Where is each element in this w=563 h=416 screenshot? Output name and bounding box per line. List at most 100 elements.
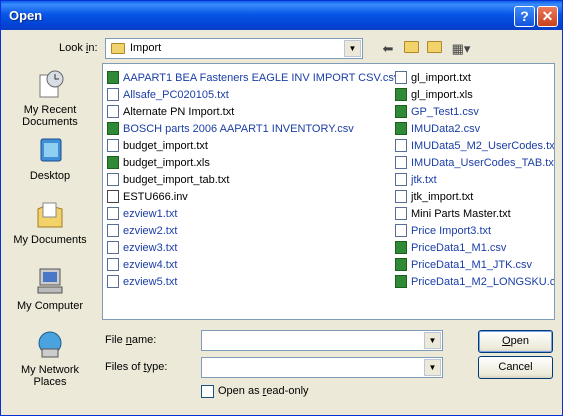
open-button[interactable]: Open	[478, 330, 553, 353]
view-menu-icon[interactable]: ▦▾	[449, 40, 473, 58]
place-my-network-places[interactable]: My Network Places	[5, 329, 95, 388]
file-item[interactable]: ezview5.txt	[107, 273, 399, 290]
read-only-label: Open as read-only	[218, 385, 309, 397]
file-name: AAPART1 BEA Fasteners EAGLE INV IMPORT C…	[123, 71, 400, 84]
place-label: My Computer	[16, 300, 84, 312]
file-item[interactable]: ESTU666.inv	[107, 188, 399, 205]
text-file-icon	[395, 224, 407, 237]
file-name: PriceData1_M1.csv	[411, 241, 507, 254]
chevron-down-icon[interactable]: ▼	[344, 40, 361, 57]
text-file-icon	[395, 71, 407, 84]
read-only-label-text: Open as	[218, 385, 263, 397]
file-item[interactable]: Allsafe_PC020105.txt	[107, 86, 399, 103]
file-name: IMUData_UserCodes_TAB.txt	[411, 156, 555, 169]
spreadsheet-file-icon	[107, 71, 119, 84]
look-in-dropdown[interactable]: Import ▼	[105, 38, 363, 59]
file-item[interactable]: PriceData1_M1_JTK.csv	[395, 256, 554, 273]
place-label: My Documents	[13, 234, 87, 246]
read-only-label-text-end: ead-only	[266, 385, 309, 397]
close-button[interactable]: ✕	[537, 6, 558, 27]
look-in-label-text-end: n:	[88, 42, 98, 54]
chevron-down-icon[interactable]: ▼	[424, 332, 441, 349]
place-desktop[interactable]: Desktop	[5, 135, 95, 182]
chevron-down-icon[interactable]: ▼	[424, 359, 441, 376]
file-item[interactable]: Price Import3.txt	[395, 222, 554, 239]
file-name-label: File name:	[105, 334, 156, 346]
spreadsheet-file-icon	[107, 122, 119, 135]
file-item[interactable]: IMUData5_M2_UserCodes.txt	[395, 137, 555, 154]
file-item[interactable]: PriceData1_M1.csv	[395, 239, 554, 256]
file-name: gl_import.xls	[411, 88, 473, 101]
file-name: IMUData5_M2_UserCodes.txt	[411, 139, 555, 152]
new-folder-icon[interactable]	[425, 40, 443, 58]
help-button[interactable]: ?	[514, 6, 535, 27]
file-item[interactable]: ezview2.txt	[107, 222, 399, 239]
file-name: IMUData2.csv	[411, 122, 481, 135]
file-item[interactable]: gl_import.xls	[395, 86, 554, 103]
text-file-icon	[107, 139, 119, 152]
file-item[interactable]: budget_import.xls	[107, 154, 399, 171]
file-name: ezview2.txt	[123, 224, 178, 237]
file-item[interactable]: budget_import_tab.txt	[107, 171, 399, 188]
places-bar: My Recent Documents Desktop My Documents…	[5, 63, 95, 409]
file-name: budget_import.txt	[123, 139, 208, 152]
text-file-icon	[107, 173, 119, 186]
file-item[interactable]: Mini Parts Master.txt	[395, 205, 554, 222]
text-file-icon	[395, 139, 407, 152]
place-label: My Network	[20, 364, 80, 376]
text-file-icon	[395, 173, 407, 186]
file-type-dropdown[interactable]: ▼	[201, 357, 443, 378]
file-name: Allsafe_PC020105.txt	[123, 88, 229, 101]
file-item[interactable]: ezview3.txt	[107, 239, 399, 256]
place-my-computer[interactable]: My Computer	[5, 265, 95, 312]
file-item[interactable]: ezview4.txt	[107, 256, 399, 273]
cancel-button[interactable]: Cancel	[478, 356, 553, 379]
file-name: Mini Parts Master.txt	[411, 207, 511, 220]
file-item[interactable]: Alternate PN Import.txt	[107, 103, 399, 120]
text-file-icon	[395, 156, 407, 169]
file-list[interactable]: AAPART1 BEA Fasteners EAGLE INV IMPORT C…	[102, 63, 555, 320]
file-name: gl_import.txt	[411, 71, 471, 84]
file-type-label-text-end: ype:	[146, 361, 168, 373]
file-name-label-text: File	[105, 334, 126, 346]
file-name: ezview3.txt	[123, 241, 178, 254]
back-icon[interactable]: ⬅	[379, 40, 397, 58]
file-column-1: AAPART1 BEA Fasteners EAGLE INV IMPORT C…	[107, 69, 399, 290]
open-dialog: Open ? ✕ Look in: Import ▼ ⬅ ▦▾ My Recen…	[0, 0, 563, 416]
text-file-icon	[107, 258, 119, 271]
text-file-icon	[107, 207, 119, 220]
text-file-icon	[107, 275, 119, 288]
text-file-icon	[395, 190, 407, 203]
file-item[interactable]: jtk.txt	[395, 171, 554, 188]
file-name: jtk_import.txt	[411, 190, 474, 203]
text-file-icon	[107, 88, 119, 101]
up-folder-icon[interactable]	[402, 40, 420, 58]
spreadsheet-file-icon	[395, 88, 407, 101]
file-name-input[interactable]: ▼	[201, 330, 443, 351]
file-item[interactable]: budget_import.txt	[107, 137, 399, 154]
place-label: My Recent	[23, 104, 77, 116]
file-item[interactable]: IMUData_UserCodes_TAB.txt	[395, 154, 555, 171]
file-item[interactable]: GP_Test1.csv	[395, 103, 554, 120]
file-item[interactable]: PriceData1_M2_LONGSKU.csv	[395, 273, 554, 290]
file-type-label: Files of type:	[105, 361, 167, 373]
place-my-recent-documents[interactable]: My Recent Documents	[5, 69, 95, 128]
file-item[interactable]: BOSCH parts 2006 AAPART1 INVENTORY.csv	[107, 120, 399, 137]
file-name-label-text-end: ame:	[131, 334, 157, 346]
file-item[interactable]: AAPART1 BEA Fasteners EAGLE INV IMPORT C…	[107, 69, 399, 86]
read-only-checkbox[interactable]	[201, 385, 214, 398]
place-label: Desktop	[29, 170, 71, 182]
my-documents-icon	[37, 202, 63, 228]
file-name: Alternate PN Import.txt	[123, 105, 235, 118]
file-item[interactable]: gl_import.txt	[395, 69, 554, 86]
open-button-accel: O	[502, 335, 511, 347]
look-in-value: Import	[130, 42, 162, 54]
file-item[interactable]: ezview1.txt	[107, 205, 399, 222]
file-name: budget_import.xls	[123, 156, 210, 169]
file-item[interactable]: IMUData2.csv	[395, 120, 554, 137]
text-file-icon	[107, 105, 119, 118]
place-my-documents[interactable]: My Documents	[5, 199, 95, 246]
desktop-icon	[40, 138, 62, 162]
file-item[interactable]: jtk_import.txt	[395, 188, 554, 205]
dialog-title: Open	[9, 8, 43, 23]
